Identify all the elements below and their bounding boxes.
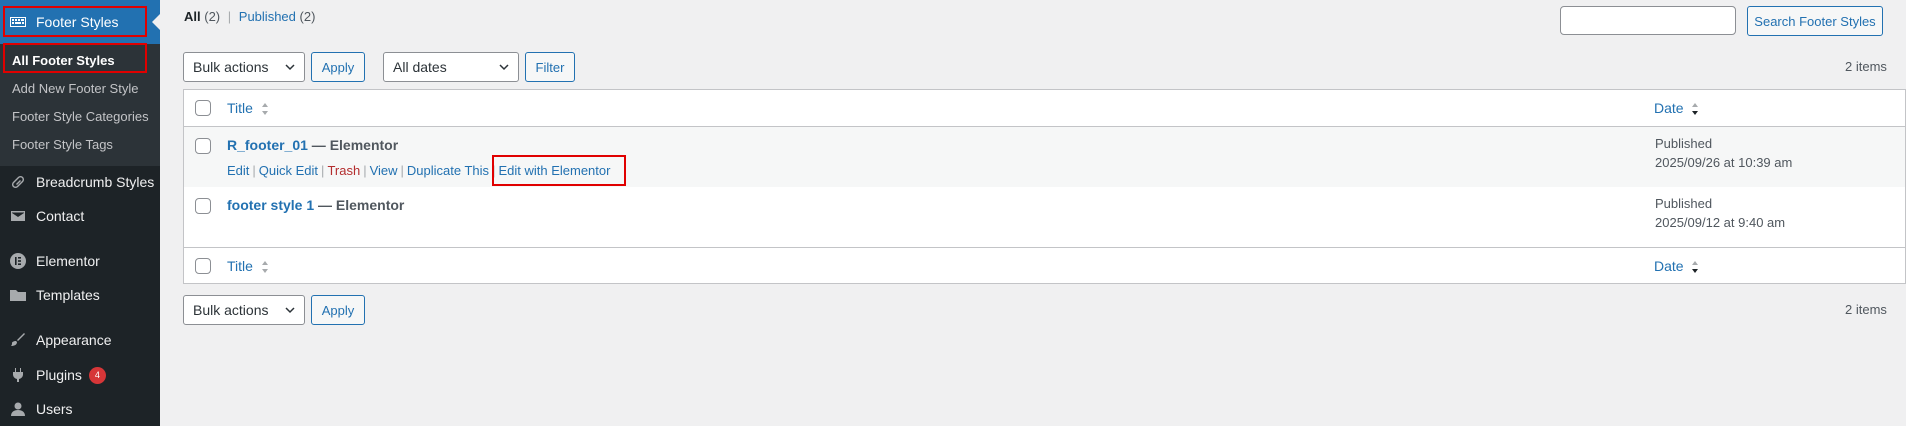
plugins-update-badge: 4 <box>88 366 106 384</box>
post-status: Published <box>1655 196 1713 211</box>
highlight-box-footer-styles <box>3 6 147 37</box>
highlight-box-all-footer-styles <box>3 43 147 73</box>
table-header: Title Date <box>184 90 1905 127</box>
mail-icon <box>0 206 36 226</box>
menu-label: Users <box>36 401 73 417</box>
row-checkbox[interactable] <box>195 138 211 154</box>
submenu-footer-style-categories[interactable]: Footer Style Categories <box>12 109 149 124</box>
date-cell: Published 2025/09/12 at 9:40 am <box>1655 194 1785 232</box>
sort-by-title-footer[interactable]: Title <box>227 258 269 274</box>
sort-desc-icon <box>1692 103 1699 116</box>
apply-button-bottom[interactable]: Apply <box>311 295 365 325</box>
sort-icon <box>261 261 268 274</box>
plugin-icon <box>0 365 36 385</box>
menu-label: Elementor <box>36 253 100 269</box>
items-count-bottom: 2 items <box>1845 302 1887 317</box>
link-icon <box>0 172 36 192</box>
sort-by-date[interactable]: Date <box>1654 100 1699 116</box>
menu-users[interactable]: Users <box>0 398 160 420</box>
dates-value: All dates <box>393 59 447 75</box>
sort-by-title[interactable]: Title <box>227 100 269 116</box>
menu-label: Breadcrumb Styles <box>36 174 155 190</box>
admin-sidebar: Footer Styles All Footer Styles Add New … <box>0 0 160 426</box>
paintbrush-icon <box>0 330 36 350</box>
main-content: All (2) | Published (2) Search Footer St… <box>160 0 1906 426</box>
elementor-icon <box>0 251 36 271</box>
user-icon <box>0 399 36 419</box>
bulk-actions-select-top[interactable]: Bulk actions <box>183 52 305 82</box>
post-title: footer style 1 — Elementor <box>227 197 404 213</box>
highlight-box-edit-with-elementor <box>492 155 626 186</box>
table-row: R_footer_01 — Elementor Edit | Quick Edit |… <box>184 127 1905 187</box>
submenu-add-new-footer-style[interactable]: Add New Footer Style <box>12 81 138 96</box>
post-date: 2025/09/26 at 10:39 am <box>1655 155 1793 170</box>
table-row: footer style 1 — Elementor Published 202… <box>184 187 1905 247</box>
menu-elementor[interactable]: Elementor <box>0 250 160 272</box>
bulk-actions-value: Bulk actions <box>193 302 269 318</box>
view-all-count: (2) <box>204 9 221 24</box>
dates-select[interactable]: All dates <box>383 52 519 82</box>
column-date-label: Date <box>1654 258 1684 274</box>
separator: | <box>363 163 367 178</box>
post-state: — Elementor <box>307 137 399 153</box>
view-filters: All (2) | Published (2) <box>184 9 315 24</box>
folder-icon <box>0 285 36 305</box>
post-title-link[interactable]: footer style 1 <box>227 197 314 213</box>
separator: | <box>252 163 256 178</box>
chevron-down-icon <box>499 64 509 71</box>
menu-plugins[interactable]: Plugins 4 <box>0 364 160 386</box>
search-input[interactable] <box>1560 6 1736 35</box>
apply-button-top[interactable]: Apply <box>311 52 365 82</box>
separator: | <box>321 163 325 178</box>
sort-by-date-footer[interactable]: Date <box>1654 258 1699 274</box>
post-title: R_footer_01 — Elementor <box>227 137 398 153</box>
menu-label: Contact <box>36 208 85 224</box>
edit-link[interactable]: Edit <box>227 163 249 178</box>
post-title-link[interactable]: R_footer_01 <box>227 137 308 153</box>
menu-label: Plugins <box>36 367 82 383</box>
items-count-top: 2 items <box>1845 59 1887 74</box>
view-published-link[interactable]: Published <box>239 9 296 24</box>
menu-label: Templates <box>36 287 100 303</box>
menu-label: Appearance <box>36 332 112 348</box>
select-all-checkbox[interactable] <box>195 100 211 116</box>
column-title-label: Title <box>227 258 253 274</box>
search-footer-styles-button[interactable]: Search Footer Styles <box>1747 6 1883 36</box>
duplicate-this-link[interactable]: Duplicate This <box>407 163 489 178</box>
column-date-label: Date <box>1654 100 1684 116</box>
chevron-down-icon <box>285 307 295 314</box>
menu-appearance[interactable]: Appearance <box>0 329 160 351</box>
row-checkbox[interactable] <box>195 198 211 214</box>
view-all-link[interactable]: All <box>184 9 201 24</box>
column-title-label: Title <box>227 100 253 116</box>
menu-templates[interactable]: Templates <box>0 284 160 306</box>
posts-table: Title Date R_footer_01 — Elementor Edit |… <box>183 89 1906 284</box>
date-cell: Published 2025/09/26 at 10:39 am <box>1655 134 1792 172</box>
post-date: 2025/09/12 at 9:40 am <box>1655 215 1786 230</box>
submenu-footer-style-tags[interactable]: Footer Style Tags <box>12 137 113 152</box>
view-link[interactable]: View <box>370 163 398 178</box>
view-published-count: (2) <box>299 9 316 24</box>
post-status: Published <box>1655 136 1713 151</box>
quick-edit-link[interactable]: Quick Edit <box>259 163 318 178</box>
separator: | <box>227 9 232 24</box>
table-footer: Title Date <box>184 247 1905 284</box>
separator: | <box>400 163 404 178</box>
sort-icon <box>261 103 268 116</box>
menu-contact[interactable]: Contact <box>0 205 160 227</box>
bulk-actions-value: Bulk actions <box>193 59 269 75</box>
filter-button[interactable]: Filter <box>525 52 575 82</box>
bulk-actions-select-bottom[interactable]: Bulk actions <box>183 295 305 325</box>
sort-desc-icon <box>1692 261 1699 274</box>
select-all-checkbox-footer[interactable] <box>195 258 211 274</box>
chevron-down-icon <box>285 64 295 71</box>
post-state: — Elementor <box>314 197 405 213</box>
trash-link[interactable]: Trash <box>327 163 360 178</box>
menu-breadcrumb-styles[interactable]: Breadcrumb Styles <box>0 171 160 193</box>
